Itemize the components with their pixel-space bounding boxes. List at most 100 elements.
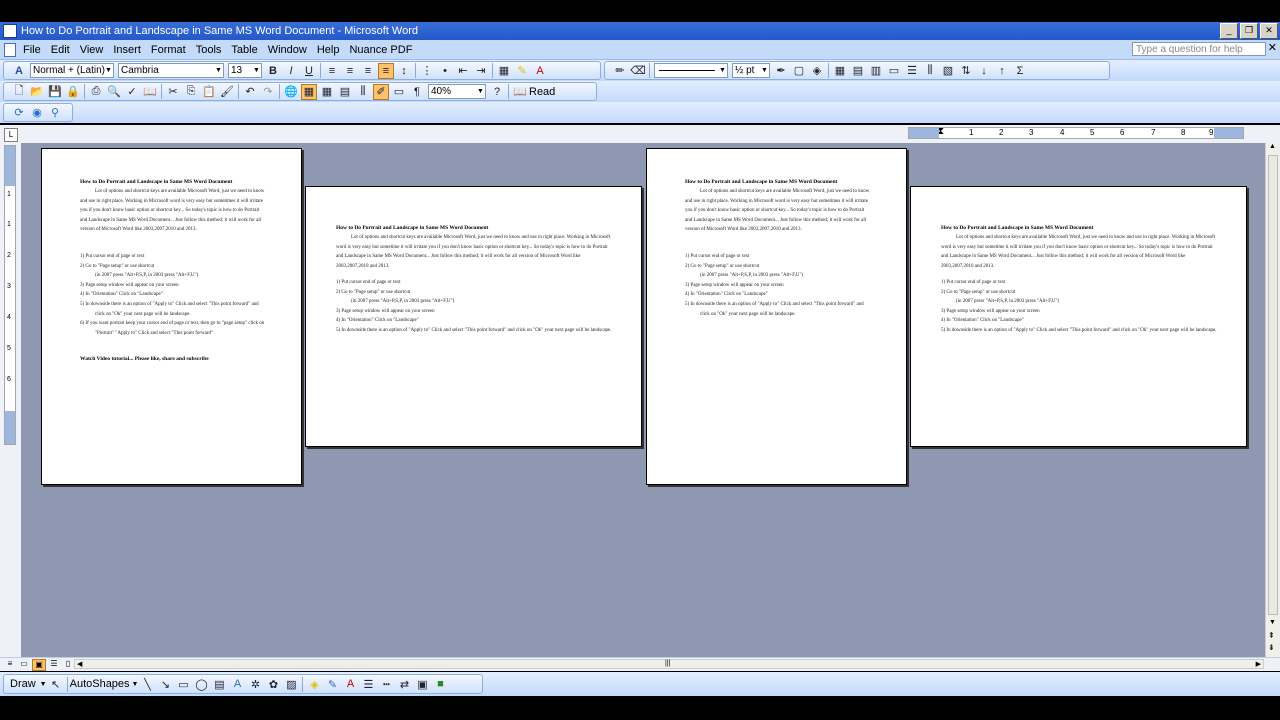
menu-table[interactable]: Table [226,44,262,56]
align-left-icon[interactable]: ≡ [324,63,340,79]
arrow-icon[interactable]: ↘ [157,676,173,692]
line-style-select[interactable]: ▼ [654,63,728,78]
horizontal-ruler[interactable]: 1 ⧗ 1 2 3 4 5 6 7 8 9 [908,126,1244,139]
oval-icon[interactable]: ◯ [193,676,209,692]
refresh-icon[interactable]: ⟳ [11,105,27,121]
print-icon[interactable]: ⎙ [88,84,104,100]
web-view-icon[interactable]: ▭ [18,659,30,669]
print-layout-view-icon[interactable]: ▣ [32,659,46,671]
shadow-style-icon[interactable]: ▣ [414,676,430,692]
shading-icon[interactable]: ◈ [809,63,825,79]
read-icon[interactable]: 📖 [512,84,528,100]
menu-help[interactable]: Help [312,44,345,56]
read-button[interactable]: Read [529,86,555,98]
print-preview-icon[interactable]: 🔍 [106,84,122,100]
bold-icon[interactable]: B [265,63,281,79]
scroll-thumb[interactable] [1268,155,1278,615]
wordart-icon[interactable]: A [229,676,245,692]
dash-style-icon[interactable]: ┅ [378,676,394,692]
select-objects-icon[interactable]: ↖ [48,676,64,692]
page-portrait-1[interactable]: How to Do Portrait and Landscape in Same… [41,148,302,485]
styles-icon[interactable]: A [11,63,27,79]
scroll-up-icon[interactable]: ▲ [1269,143,1276,150]
redo-icon[interactable]: ↷ [260,84,276,100]
scroll-right-icon[interactable]: ▶ [1256,660,1261,668]
autoformat-icon[interactable]: ▧ [940,63,956,79]
page-portrait-3[interactable]: How to Do Portrait and Landscape in Same… [646,148,907,485]
columns-icon[interactable]: ⫼ [355,84,371,100]
highlight-icon[interactable]: ✎ [514,63,530,79]
font-select[interactable]: Cambria ▼ [118,63,224,78]
decrease-indent-icon[interactable]: ⇤ [455,63,471,79]
drawing-icon[interactable]: ✐ [373,83,389,100]
research-icon[interactable]: 📖 [142,84,158,100]
diagram-icon[interactable]: ✲ [247,676,263,692]
autosum-icon[interactable]: Σ [1012,63,1028,79]
text-box-icon[interactable]: ▤ [211,676,227,692]
insert-excel-icon[interactable]: ▤ [337,84,353,100]
eraser-icon[interactable]: ⌫ [630,63,646,79]
numbering-icon[interactable]: ⋮ [419,63,435,79]
font-color-icon[interactable]: A [532,63,548,79]
3d-style-icon[interactable]: ■ [432,676,448,692]
draw-menu-button[interactable]: Draw [10,678,40,690]
line-style-icon[interactable]: ☰ [360,676,376,692]
borders-icon[interactable]: ▦ [496,63,512,79]
next-page-icon[interactable]: ⇟ [1268,643,1275,652]
italic-icon[interactable]: I [283,63,299,79]
menu-insert[interactable]: Insert [108,44,146,56]
menu-format[interactable]: Format [146,44,191,56]
show-hide-icon[interactable]: ¶ [409,84,425,100]
fill-color-icon[interactable]: ◈ [306,676,322,692]
menu-tools[interactable]: Tools [191,44,227,56]
rectangle-icon[interactable]: ▭ [175,676,191,692]
outline-view-icon[interactable]: ☰ [48,659,60,669]
autoshapes-menu-button[interactable]: AutoShapes [70,678,132,690]
text-direction-icon[interactable]: ⇅ [958,63,974,79]
format-painter-icon[interactable]: 🖌 [219,84,235,100]
spelling-icon[interactable]: ✓ [124,84,140,100]
arrow-style-icon[interactable]: ⇄ [396,676,412,692]
menu-nuance-pdf[interactable]: Nuance PDF [344,44,417,56]
sort-ascending-icon[interactable]: ↓ [976,63,992,79]
help-icon[interactable]: ? [489,84,505,100]
font-color-icon[interactable]: A [342,676,358,692]
search-web-icon[interactable]: ⚲ [47,105,63,121]
word-app-icon[interactable] [3,24,17,38]
open-icon[interactable]: 📂 [29,84,45,100]
page-landscape-4[interactable]: How to Do Portrait and Landscape in Same… [910,186,1247,447]
paste-icon[interactable]: 📋 [201,84,217,100]
style-select[interactable]: Normal + (Latin) ▼ [30,63,114,78]
close-button[interactable]: ✕ [1260,23,1278,39]
bullets-icon[interactable]: • [437,63,453,79]
font-size-select[interactable]: 13 ▼ [228,63,262,78]
justify-icon[interactable]: ≡ [378,62,394,79]
minimize-button[interactable]: _ [1220,23,1238,39]
save-icon[interactable]: 💾 [47,84,63,100]
menu-view[interactable]: View [75,44,109,56]
border-color-icon[interactable]: ✒ [773,63,789,79]
tab-selector[interactable]: L [4,128,18,142]
document-icon[interactable] [4,42,16,57]
new-document-icon[interactable]: 🗋 [11,84,27,100]
clip-art-icon[interactable]: ✿ [265,676,281,692]
help-search-input[interactable]: Type a question for help [1132,42,1266,56]
horizontal-scrollbar[interactable]: ◀ ||| ▶ [74,659,1264,669]
align-center-icon[interactable]: ≡ [342,63,358,79]
hyperlink-icon[interactable]: 🌐 [283,84,299,100]
reading-view-icon[interactable]: ▯ [62,659,74,669]
scroll-down-icon[interactable]: ▼ [1269,619,1276,626]
restore-button[interactable]: ❐ [1240,23,1258,39]
distribute-rows-icon[interactable]: ☰ [904,63,920,79]
align-cells-icon[interactable]: ▭ [886,63,902,79]
scroll-grip-icon[interactable]: ||| [665,660,670,667]
normal-view-icon[interactable]: ≡ [4,659,16,669]
outside-border-icon[interactable]: ▢ [791,63,807,79]
line-color-icon[interactable]: ✎ [324,676,340,692]
merge-cells-icon[interactable]: ▤ [850,63,866,79]
close-document-icon[interactable]: ✕ [1268,41,1277,54]
document-canvas[interactable]: How to Do Portrait and Landscape in Same… [21,143,1266,657]
menu-edit[interactable]: Edit [46,44,75,56]
cut-icon[interactable]: ✂ [165,84,181,100]
undo-icon[interactable]: ↶ [242,84,258,100]
